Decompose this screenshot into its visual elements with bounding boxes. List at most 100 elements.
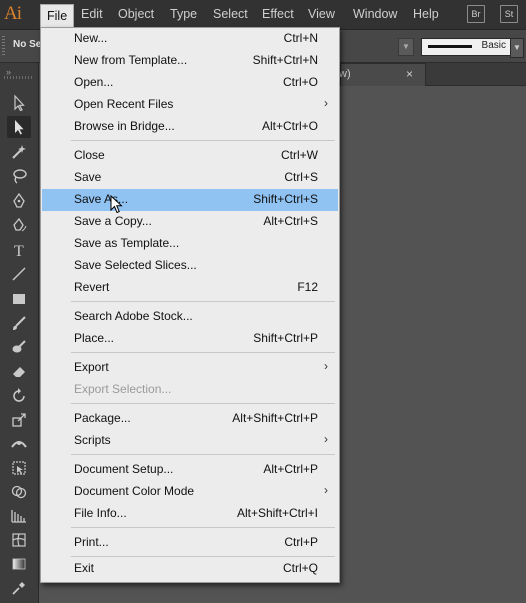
menu-item-label: Save a Copy... (74, 214, 152, 228)
menu-item-label: Close (74, 148, 105, 162)
menu-item-label: Document Setup... (74, 462, 174, 476)
menu-separator (71, 352, 335, 353)
shape-builder-tool-icon[interactable] (7, 481, 31, 503)
bridge-button[interactable]: Br (467, 5, 485, 23)
menu-item-shortcut: Alt+Ctrl+O (261, 119, 318, 133)
chevron-right-icon: › (324, 432, 328, 446)
menu-item-label: New from Template... (74, 53, 188, 67)
menu-item-scripts[interactable]: Scripts › (42, 430, 338, 452)
menu-item-label: Search Adobe Stock... (74, 309, 193, 323)
panel-grip[interactable] (4, 76, 32, 79)
line-tool-icon[interactable] (7, 263, 31, 285)
menu-object[interactable]: Object (112, 6, 160, 23)
app-logo: Ai (4, 3, 22, 24)
menu-item-print[interactable]: Print... Ctrl+P (42, 532, 338, 554)
menu-item-label: Save as Template... (74, 236, 180, 250)
menu-item-shortcut: Alt+Shift+Ctrl+P (232, 411, 318, 425)
menu-item-shortcut: Shift+Ctrl+N (252, 53, 318, 67)
chevron-down-icon[interactable]: ▼ (398, 38, 414, 56)
menu-item-open-recent-files[interactable]: Open Recent Files › (42, 94, 338, 116)
menu-item-place[interactable]: Place... Shift+Ctrl+P (42, 328, 338, 350)
menu-file[interactable]: File (40, 4, 75, 29)
menu-item-close[interactable]: Close Ctrl+W (42, 145, 338, 167)
menu-window[interactable]: Window (347, 6, 403, 23)
menu-item-shortcut: F12 (297, 280, 318, 294)
menu-effect[interactable]: Effect (256, 6, 300, 23)
menu-item-save[interactable]: Save Ctrl+S (42, 167, 338, 189)
rotate-tool-icon[interactable] (7, 385, 31, 407)
menu-item-export-selection: Export Selection... (42, 379, 338, 401)
file-menu: New... Ctrl+N New from Template... Shift… (40, 27, 340, 583)
menu-item-revert[interactable]: Revert F12 (42, 277, 338, 299)
menu-item-label: Browse in Bridge... (74, 119, 175, 133)
chevron-down-icon[interactable]: ▼ (510, 38, 524, 58)
pen-tool-icon[interactable] (7, 190, 31, 212)
menu-help[interactable]: Help (407, 6, 445, 23)
eraser-tool-icon[interactable] (7, 360, 31, 382)
menu-item-shortcut: Ctrl+N (283, 31, 318, 45)
menu-select[interactable]: Select (207, 6, 254, 23)
lasso-tool-icon[interactable] (7, 165, 31, 187)
document-tab[interactable]: w) × (339, 63, 426, 86)
menu-separator (71, 527, 335, 528)
stroke-profile-select[interactable]: Basic (421, 38, 511, 56)
menu-item-save-selected-slices[interactable]: Save Selected Slices... (42, 255, 338, 277)
menu-item-label: Place... (74, 331, 115, 345)
menu-item-save-as[interactable]: Save As... Shift+Ctrl+S (42, 189, 338, 211)
menu-item-export[interactable]: Export › (42, 357, 338, 379)
menu-item-label: Open... (74, 75, 114, 89)
gradient-tool-icon[interactable] (7, 553, 31, 575)
svg-text:T: T (14, 243, 24, 259)
menu-item-exit[interactable]: Exit Ctrl+Q (42, 558, 338, 580)
menu-item-shortcut: Alt+Ctrl+S (263, 214, 318, 228)
document-tab-label: w) (339, 68, 351, 80)
menu-item-open[interactable]: Open... Ctrl+O (42, 72, 338, 94)
close-icon[interactable]: × (406, 67, 413, 81)
panel-grip[interactable] (2, 36, 5, 56)
curvature-tool-icon[interactable] (7, 214, 31, 236)
scale-tool-icon[interactable] (7, 409, 31, 431)
menu-item-label: Scripts (74, 433, 111, 447)
selection-status: No Se (13, 39, 42, 50)
paintbrush-tool-icon[interactable] (7, 312, 31, 334)
magic-wand-tool-icon[interactable] (7, 141, 31, 163)
stroke-profile-label: Basic (481, 40, 506, 51)
menu-item-label: Save Selected Slices... (74, 258, 197, 272)
chevron-right-icon: › (324, 359, 328, 373)
menu-item-document-setup[interactable]: Document Setup... Alt+Ctrl+P (42, 459, 338, 481)
free-transform-tool-icon[interactable] (7, 457, 31, 479)
type-tool-icon[interactable]: T (7, 239, 31, 261)
rectangle-tool-icon[interactable] (7, 288, 31, 310)
menu-item-browse-in-bridge[interactable]: Browse in Bridge... Alt+Ctrl+O (42, 116, 338, 138)
menu-item-shortcut: Ctrl+Q (282, 561, 318, 575)
blob-brush-tool-icon[interactable] (7, 336, 31, 358)
menu-item-new-from-template[interactable]: New from Template... Shift+Ctrl+N (42, 50, 338, 72)
menu-view[interactable]: View (302, 6, 341, 23)
menu-separator (71, 140, 335, 141)
menu-item-shortcut: Ctrl+P (284, 535, 318, 549)
menu-item-package[interactable]: Package... Alt+Shift+Ctrl+P (42, 408, 338, 430)
menu-separator (71, 454, 335, 455)
width-tool-icon[interactable] (7, 433, 31, 455)
menu-type[interactable]: Type (164, 6, 203, 23)
eyedropper-tool-icon[interactable] (7, 577, 31, 599)
menu-edit[interactable]: Edit (75, 6, 109, 23)
menu-item-label: Print... (74, 535, 109, 549)
stock-button[interactable]: St (500, 5, 518, 23)
direct-selection-tool-icon[interactable] (7, 116, 31, 138)
mesh-tool-icon[interactable] (7, 529, 31, 551)
menu-separator (71, 301, 335, 302)
mouse-pointer-icon (110, 195, 123, 214)
menu-item-search-adobe-stock[interactable]: Search Adobe Stock... (42, 306, 338, 328)
menu-item-new[interactable]: New... Ctrl+N (42, 28, 338, 50)
menu-item-shortcut: Ctrl+S (284, 170, 318, 184)
menu-item-document-color-mode[interactable]: Document Color Mode › (42, 481, 338, 503)
menu-item-file-info[interactable]: File Info... Alt+Shift+Ctrl+I (42, 503, 338, 525)
menu-item-shortcut: Shift+Ctrl+P (253, 331, 318, 345)
menu-item-save-as-template[interactable]: Save as Template... (42, 233, 338, 255)
selection-tool-icon[interactable] (7, 92, 31, 114)
menu-item-label: New... (74, 31, 108, 45)
chevron-right-icon: › (324, 96, 328, 110)
menu-item-save-a-copy[interactable]: Save a Copy... Alt+Ctrl+S (42, 211, 338, 233)
perspective-grid-tool-icon[interactable] (7, 505, 31, 527)
